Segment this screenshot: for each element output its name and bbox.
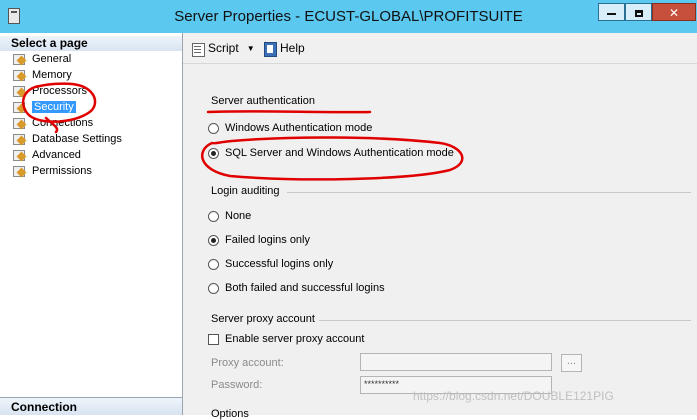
page-item-advanced[interactable]: Advanced	[12, 148, 81, 163]
enable-proxy-checkbox-row[interactable]: Enable server proxy account	[208, 332, 364, 347]
page-wrench-icon	[12, 165, 26, 178]
page-item-label: Database Settings	[32, 133, 122, 145]
help-button[interactable]: Help	[263, 41, 305, 57]
script-label: Script	[208, 41, 239, 55]
proxy-account-input[interactable]	[360, 353, 552, 371]
script-button[interactable]: Script ▼	[191, 41, 255, 57]
script-icon	[191, 42, 205, 57]
page-wrench-icon	[12, 69, 26, 82]
radio-label: Both failed and successful logins	[225, 282, 385, 294]
page-item-processors[interactable]: Processors	[12, 84, 87, 99]
page-wrench-icon	[12, 133, 26, 146]
audit-none-radio[interactable]: None	[208, 209, 251, 224]
select-page-header: Select a page	[0, 36, 182, 51]
options-heading: Options	[211, 408, 249, 420]
page-item-label: Security	[32, 101, 76, 113]
radio-button-checked[interactable]	[208, 147, 219, 159]
page-wrench-icon	[12, 53, 26, 66]
section-divider	[319, 320, 691, 321]
page-item-memory[interactable]: Memory	[12, 68, 72, 83]
page-item-security[interactable]: Security	[12, 100, 76, 115]
page-item-label: Advanced	[32, 149, 81, 161]
close-icon: ✕	[668, 6, 680, 20]
close-button[interactable]: ✕	[652, 3, 696, 21]
page-item-general[interactable]: General	[12, 52, 71, 67]
page-item-connections[interactable]: Connections	[12, 116, 93, 131]
page-item-database-settings[interactable]: Database Settings	[12, 132, 122, 147]
proxy-heading: Server proxy account	[211, 313, 315, 325]
radio-label: SQL Server and Windows Authentication mo…	[225, 147, 454, 159]
password-label: Password:	[211, 379, 263, 391]
page-item-label: General	[32, 53, 72, 65]
server-auth-heading: Server authentication	[211, 95, 315, 107]
checkbox-label: Enable server proxy account	[225, 333, 365, 345]
watermark: https://blog.csdn.net/DOUBLE121PIG	[413, 389, 614, 403]
audit-both-radio[interactable]: Both failed and successful logins	[208, 281, 385, 296]
radio-button[interactable]	[208, 258, 219, 270]
page-wrench-icon	[12, 117, 26, 130]
toolbar-divider	[183, 63, 697, 64]
title-bar: Server Properties - ECUST-GLOBAL\PROFITS…	[0, 0, 697, 33]
proxy-account-label: Proxy account:	[211, 357, 284, 369]
window-title: Server Properties - ECUST-GLOBAL\PROFITS…	[174, 8, 523, 25]
enable-proxy-checkbox[interactable]	[208, 333, 219, 345]
radio-label: None	[225, 210, 252, 222]
page-item-label: Permissions	[32, 165, 92, 177]
page-wrench-icon	[12, 101, 26, 114]
page-selector-panel: Select a page General Memory Processors …	[0, 33, 183, 415]
radio-button[interactable]	[208, 210, 219, 222]
page-item-label: Memory	[32, 69, 72, 81]
page-item-permissions[interactable]: Permissions	[12, 164, 92, 179]
radio-label: Failed logins only	[225, 234, 310, 246]
page-wrench-icon	[12, 85, 26, 98]
toolbar: Script ▼ Help	[183, 33, 697, 63]
login-auditing-heading: Login auditing	[211, 185, 280, 197]
maximize-icon	[634, 10, 643, 18]
audit-successful-radio[interactable]: Successful logins only	[208, 257, 333, 272]
windows-auth-radio[interactable]: Windows Authentication mode	[208, 121, 372, 136]
audit-failed-radio[interactable]: Failed logins only	[208, 233, 310, 248]
radio-button-checked[interactable]	[208, 234, 219, 246]
radio-button[interactable]	[208, 122, 219, 134]
section-divider	[287, 192, 691, 193]
help-icon	[263, 41, 277, 57]
connection-header: Connection	[0, 397, 182, 415]
radio-button[interactable]	[208, 282, 219, 294]
radio-label: Successful logins only	[225, 258, 334, 270]
minimize-button[interactable]	[598, 3, 625, 21]
page-item-label: Connections	[32, 117, 94, 129]
page-wrench-icon	[12, 149, 26, 162]
help-label: Help	[280, 41, 305, 55]
properties-panel: Script ▼ Help Server authentication Windo…	[183, 33, 697, 420]
dropdown-arrow-icon[interactable]: ▼	[247, 44, 255, 53]
minimize-icon	[607, 12, 616, 15]
mixed-auth-radio[interactable]: SQL Server and Windows Authentication mo…	[208, 146, 454, 161]
maximize-button[interactable]	[625, 3, 652, 21]
page-item-label: Processors	[32, 85, 88, 97]
browse-button[interactable]: ...	[561, 354, 582, 372]
radio-label: Windows Authentication mode	[225, 122, 373, 134]
